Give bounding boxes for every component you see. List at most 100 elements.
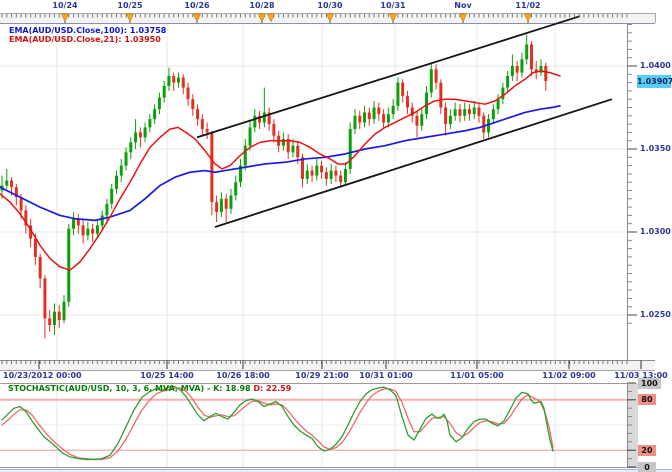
candle-body <box>320 166 323 173</box>
candle-body <box>58 312 61 320</box>
candle-body <box>435 69 438 82</box>
candle-body <box>187 88 190 100</box>
top-axis-label: 10/26 <box>184 1 209 11</box>
candle-body <box>53 312 56 325</box>
candle-body <box>43 278 46 318</box>
candle-body <box>520 59 523 72</box>
candle-body <box>525 44 528 59</box>
candle-body <box>125 152 128 165</box>
bottom-axis-label: 10/25 14:00 <box>140 371 193 381</box>
candle-body <box>129 142 132 152</box>
candle-body <box>339 176 342 183</box>
candle-body <box>263 112 266 122</box>
candle-body <box>91 229 94 234</box>
candle-body <box>167 76 170 86</box>
candle-body <box>191 99 194 109</box>
candle-body <box>458 109 461 116</box>
candle-body <box>353 116 356 129</box>
candle-body <box>468 109 471 114</box>
price-axis-label: 1.0250 <box>640 310 671 320</box>
candle-body <box>210 132 213 202</box>
candle-body <box>344 169 347 182</box>
candle-body <box>454 109 457 116</box>
bottom-axis-label: 11/01 05:00 <box>450 371 503 381</box>
candle-body <box>201 119 204 129</box>
stochastic-d-value: D: 22.59 <box>253 384 291 393</box>
stoch-axis-label: 100 <box>638 378 661 389</box>
candle-body <box>101 215 104 225</box>
candle-body <box>430 69 433 92</box>
candle-body <box>182 78 185 88</box>
candle-body <box>234 182 237 195</box>
candle-body <box>439 83 442 108</box>
candle-body <box>139 132 142 137</box>
top-axis-label: 10/25 <box>117 1 142 11</box>
candle-body <box>301 157 304 179</box>
candle-body <box>115 176 118 189</box>
candle-body <box>420 114 423 126</box>
candle-body <box>220 199 223 212</box>
candle-body <box>363 112 366 122</box>
candle-body <box>153 109 156 119</box>
forex-chart-window: EMA(AUD/USD.Close,100): 1.03758 EMA(AUD/… <box>0 0 672 472</box>
bottom-axis-label: 10/29 21:00 <box>295 371 348 381</box>
candle-body <box>478 107 481 115</box>
candle-body <box>377 107 380 114</box>
stochastic-title-prefix: STOCHASTIC(AUD/USD, 10, 3, 6, MVA, MVA) … <box>8 384 213 393</box>
candle-body <box>249 127 252 145</box>
candle-body <box>325 172 328 179</box>
candle-body <box>315 166 318 176</box>
candle-body <box>172 76 175 83</box>
candle-body <box>482 116 485 133</box>
candle-body <box>506 76 509 88</box>
candle-body <box>396 83 399 106</box>
candle-body <box>382 114 385 122</box>
stochastic-k-line <box>2 386 553 459</box>
stoch-axis-label: 80 <box>638 394 656 405</box>
candle-body <box>368 112 371 119</box>
top-axis-label: 10/31 <box>380 1 405 11</box>
candle-body <box>215 202 218 212</box>
bottom-axis-label: 10/31 01:00 <box>359 371 412 381</box>
candle-body <box>82 225 85 235</box>
candlestick-chart-canvas[interactable] <box>0 0 672 472</box>
candle-body <box>425 93 428 115</box>
stochastic-d-line <box>2 388 553 459</box>
candle-body <box>530 44 533 69</box>
candle-body <box>244 146 247 166</box>
candle-body <box>134 132 137 142</box>
candle-body <box>415 116 418 126</box>
candle-body <box>392 106 395 114</box>
candle-body <box>358 116 361 123</box>
stochastic-title: STOCHASTIC(AUD/USD, 10, 3, 6, MVA, MVA) … <box>8 384 291 393</box>
price-axis-label: 1.0300 <box>640 227 671 237</box>
candle-body <box>39 257 42 279</box>
candle-body <box>516 66 519 73</box>
candle-body <box>401 83 404 96</box>
candle-body <box>473 107 476 114</box>
stoch-axis-label: 0 <box>638 462 656 472</box>
candle-body <box>497 99 500 109</box>
top-axis-label: 10/28 <box>249 1 274 11</box>
candle-body <box>444 107 447 124</box>
price-axis-label: 1.0350 <box>640 144 671 154</box>
stoch-axis-label: 20 <box>638 445 656 456</box>
candle-body <box>511 66 514 76</box>
last-price-tag: 1.03907 <box>637 75 671 88</box>
candle-body <box>291 146 294 153</box>
bottom-axis-label: 11/02 09:00 <box>542 371 595 381</box>
candle-body <box>10 181 13 188</box>
candle-body <box>306 171 309 179</box>
stochastic-k-value: K: 18.98 <box>213 384 251 393</box>
legend-ema21: EMA(AUD/USD.Close,21): 1.03950 <box>9 35 161 44</box>
legend-ema100: EMA(AUD/USD.Close,100): 1.03758 <box>9 26 166 35</box>
top-axis-label: 10/24 <box>52 1 77 11</box>
candle-body <box>492 109 495 119</box>
candle-body <box>296 146 299 158</box>
candle-body <box>311 171 314 176</box>
candle-body <box>177 78 180 83</box>
candle-body <box>34 239 37 257</box>
candle-body <box>449 116 452 124</box>
candle-body <box>387 114 390 122</box>
candle-body <box>253 116 256 128</box>
